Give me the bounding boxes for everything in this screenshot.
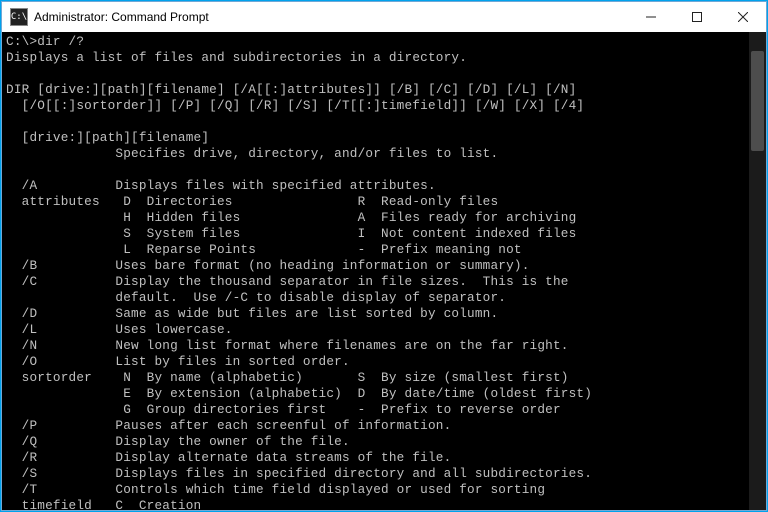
line: /L Uses lowercase. (6, 322, 233, 337)
line: sortorder N By name (alphabetic) S By si… (6, 370, 569, 385)
line: /R Display alternate data streams of the… (6, 450, 451, 465)
line: /Q Display the owner of the file. (6, 434, 350, 449)
line: H Hidden files A Files ready for archivi… (6, 210, 576, 225)
title-bar[interactable]: C:\ Administrator: Command Prompt (2, 2, 766, 32)
command-text: dir /? (37, 34, 84, 49)
window-title: Administrator: Command Prompt (34, 10, 209, 24)
close-button[interactable] (720, 2, 766, 32)
terminal-output[interactable]: C:\>dir /? Displays a list of files and … (2, 32, 749, 510)
line: S System files I Not content indexed fil… (6, 226, 576, 241)
line: /O List by files in sorted order. (6, 354, 350, 369)
line: /D Same as wide but files are list sorte… (6, 306, 498, 321)
line: /T Controls which time field displayed o… (6, 482, 545, 497)
maximize-icon (692, 12, 702, 22)
prompt: C:\> (6, 34, 37, 49)
line: [drive:][path][filename] (6, 130, 209, 145)
line: timefield C Creation (6, 498, 201, 510)
vertical-scrollbar[interactable] (749, 32, 766, 510)
client-area: C:\>dir /? Displays a list of files and … (2, 32, 766, 510)
line: L Reparse Points - Prefix meaning not (6, 242, 522, 257)
line: Specifies drive, directory, and/or files… (6, 146, 498, 161)
line: /P Pauses after each screenful of inform… (6, 418, 451, 433)
line: /A Displays files with specified attribu… (6, 178, 436, 193)
line: /B Uses bare format (no heading informat… (6, 258, 530, 273)
minimize-button[interactable] (628, 2, 674, 32)
line: attributes D Directories R Read-only fil… (6, 194, 498, 209)
close-icon (738, 12, 748, 22)
line: DIR [drive:][path][filename] [/A[[:]attr… (6, 82, 576, 97)
app-window: C:\ Administrator: Command Prompt C:\>di… (1, 1, 767, 511)
line: G Group directories first - Prefix to re… (6, 402, 561, 417)
line: default. Use /-C to disable display of s… (6, 290, 506, 305)
line: [/O[[:]sortorder]] [/P] [/Q] [/R] [/S] [… (6, 98, 584, 113)
maximize-button[interactable] (674, 2, 720, 32)
line: /C Display the thousand separator in fil… (6, 274, 569, 289)
scroll-up-button[interactable] (749, 32, 766, 49)
app-icon: C:\ (10, 8, 28, 26)
line: E By extension (alphabetic) D By date/ti… (6, 386, 592, 401)
line: /N New long list format where filenames … (6, 338, 569, 353)
line: Displays a list of files and subdirector… (6, 50, 467, 65)
scroll-thumb[interactable] (751, 51, 764, 151)
scroll-track[interactable] (749, 49, 766, 493)
scroll-down-button[interactable] (749, 493, 766, 510)
line: /S Displays files in specified directory… (6, 466, 592, 481)
minimize-icon (646, 12, 656, 22)
